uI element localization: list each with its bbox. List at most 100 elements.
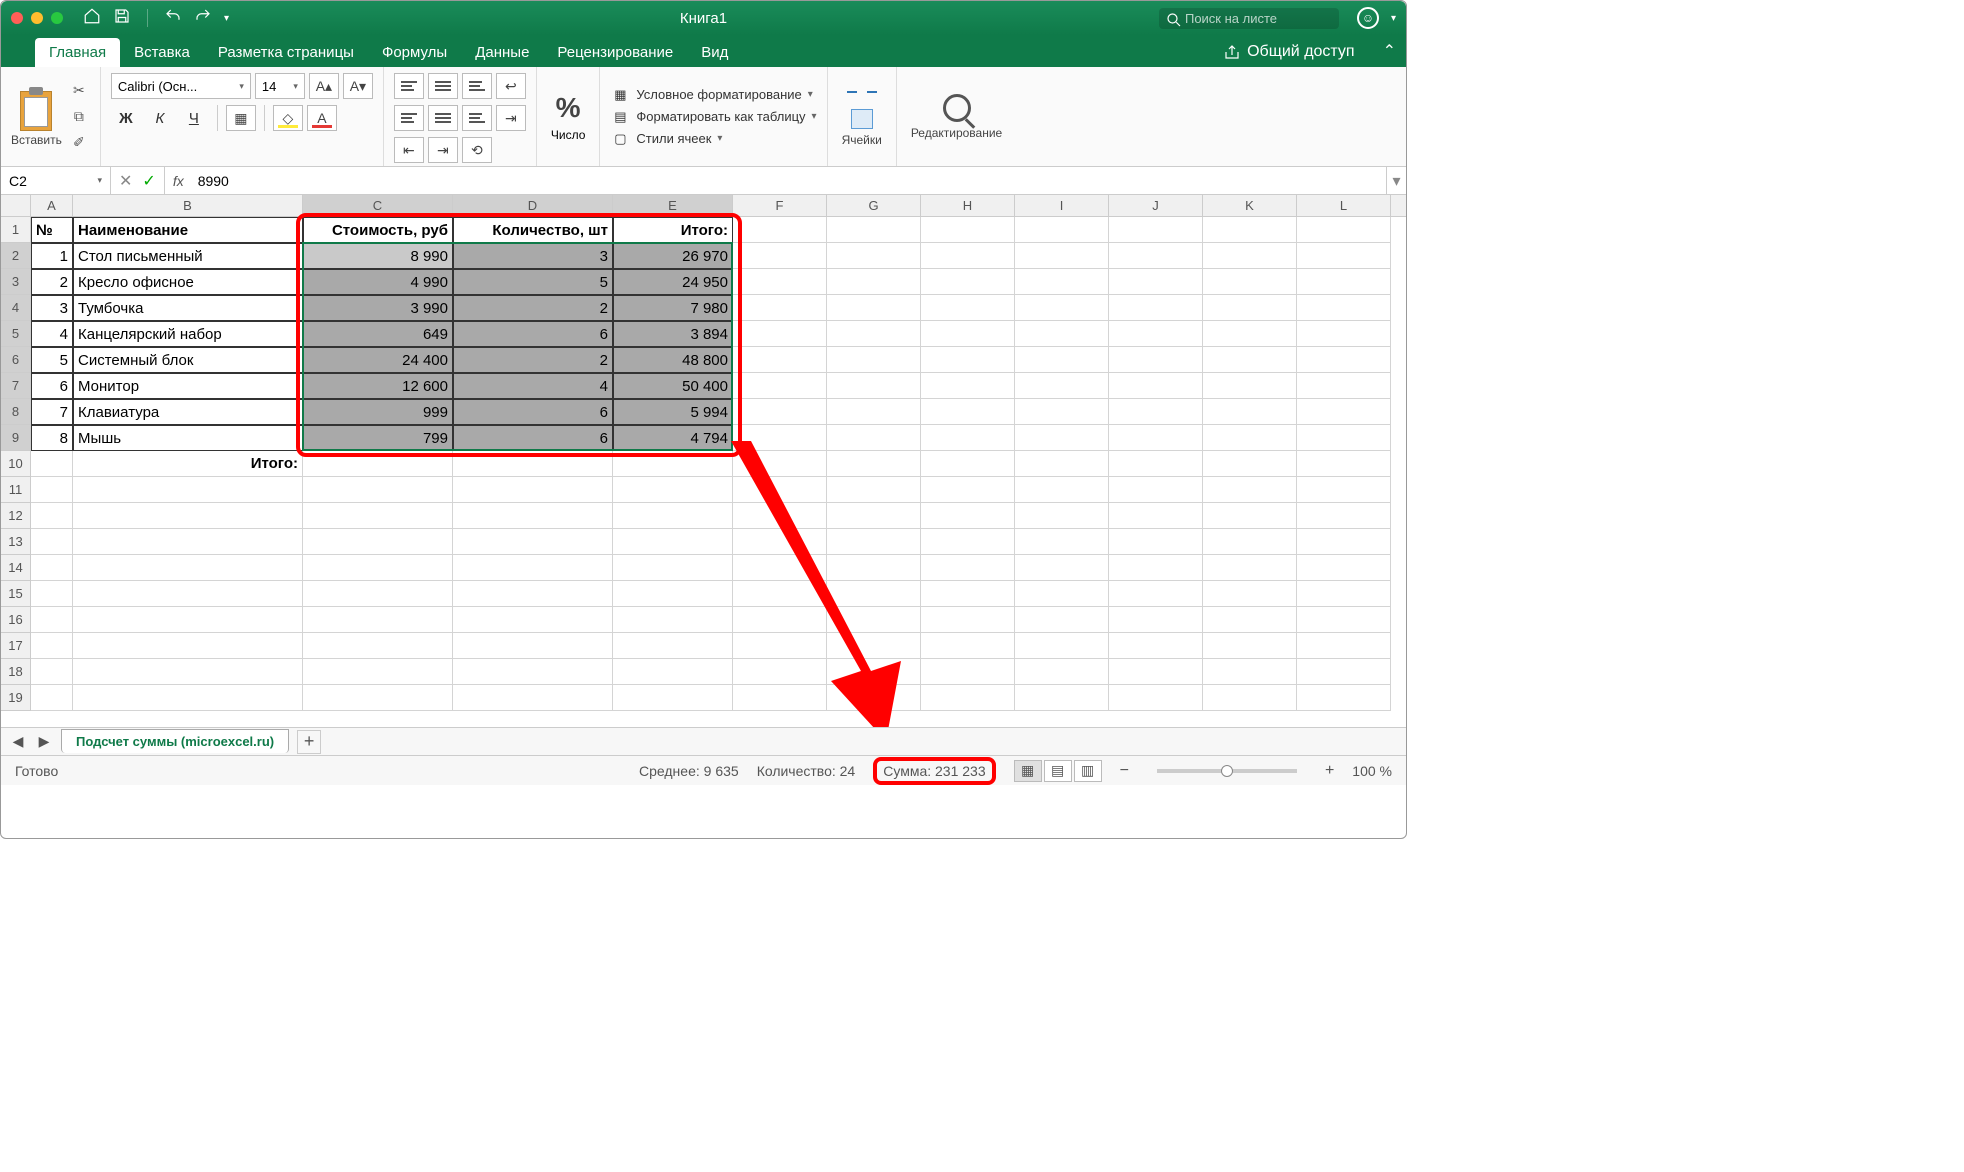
cell[interactable] [1015,659,1109,685]
cell[interactable] [1015,633,1109,659]
cell[interactable] [1109,529,1203,555]
cancel-formula-icon[interactable]: ✕ [119,171,132,191]
cell[interactable] [827,295,921,321]
cell[interactable] [1297,477,1391,503]
cell[interactable] [303,685,453,711]
cell[interactable] [921,295,1015,321]
cell-total[interactable]: 24 950 [613,269,733,295]
bold-button[interactable]: Ж [111,105,141,131]
cell[interactable] [613,581,733,607]
copy-icon[interactable]: ⧉ [68,106,90,128]
cell[interactable] [73,581,303,607]
cell-cost[interactable]: 8 990 [303,243,453,269]
cell[interactable] [1203,217,1297,243]
cell[interactable] [31,607,73,633]
feedback-smiley-icon[interactable]: ☺ [1357,7,1379,29]
cell[interactable] [921,269,1015,295]
maximize-window-button[interactable] [51,12,63,24]
cell-header-no[interactable]: № [31,217,73,243]
cell[interactable] [733,581,827,607]
cell-cost[interactable]: 799 [303,425,453,451]
cell[interactable] [1015,477,1109,503]
cell[interactable] [1109,477,1203,503]
tab-home[interactable]: Главная [35,38,120,67]
cell-total[interactable]: 26 970 [613,243,733,269]
cell[interactable] [1297,243,1391,269]
cell-no[interactable]: 4 [31,321,73,347]
row-header-9[interactable]: 9 [1,425,31,451]
cell[interactable] [303,503,453,529]
cell[interactable] [827,399,921,425]
cell[interactable] [733,347,827,373]
merge-cells-icon[interactable]: ⇥ [496,105,526,131]
cell[interactable] [613,529,733,555]
cell[interactable] [921,581,1015,607]
cell-no[interactable]: 2 [31,269,73,295]
cell[interactable] [1297,503,1391,529]
cut-icon[interactable]: ✂ [68,80,90,102]
cell-header-cost[interactable]: Стоимость, руб [303,217,453,243]
align-left-icon[interactable] [394,105,424,131]
increase-indent-icon[interactable]: ⇥ [428,137,458,163]
cell[interactable] [1015,373,1109,399]
cell-total[interactable]: 7 980 [613,295,733,321]
cell[interactable] [1015,321,1109,347]
cell-cost[interactable]: 12 600 [303,373,453,399]
column-header-K[interactable]: K [1203,195,1297,216]
cell[interactable] [1297,269,1391,295]
cell[interactable] [1109,581,1203,607]
cell[interactable] [1015,555,1109,581]
cell-name[interactable]: Системный блок [73,347,303,373]
cell[interactable] [613,607,733,633]
decrease-font-icon[interactable]: A▾ [343,73,373,99]
cell[interactable] [453,529,613,555]
share-button[interactable]: Общий доступ [1213,37,1365,67]
zoom-slider[interactable] [1157,769,1297,773]
cell-name[interactable]: Канцелярский набор [73,321,303,347]
cells-area[interactable]: №НаименованиеСтоимость, рубКоличество, ш… [31,217,1406,711]
cell[interactable] [733,529,827,555]
cell[interactable] [613,503,733,529]
row-header-7[interactable]: 7 [1,373,31,399]
tab-data[interactable]: Данные [461,38,543,67]
cell[interactable] [1297,633,1391,659]
cells-icon[interactable] [851,109,873,129]
row-header-17[interactable]: 17 [1,633,31,659]
cell[interactable] [1015,347,1109,373]
row-header-6[interactable]: 6 [1,347,31,373]
cell[interactable] [1015,451,1109,477]
feedback-caret-icon[interactable]: ▾ [1391,13,1396,24]
cell-cost[interactable]: 4 990 [303,269,453,295]
cell[interactable] [1109,347,1203,373]
cell-qty[interactable]: 4 [453,373,613,399]
cell-no[interactable]: 8 [31,425,73,451]
cell[interactable] [1109,217,1203,243]
cell-total[interactable]: 3 894 [613,321,733,347]
cell[interactable] [1203,269,1297,295]
cell[interactable] [1297,321,1391,347]
cell[interactable] [1203,555,1297,581]
cell[interactable] [303,633,453,659]
select-all-corner[interactable] [1,195,31,216]
view-page-break-icon[interactable]: ▥ [1074,760,1102,782]
tab-page-layout[interactable]: Разметка страницы [204,38,368,67]
row-header-8[interactable]: 8 [1,399,31,425]
orientation-icon[interactable]: ⟲ [462,137,492,163]
cell-cost[interactable]: 649 [303,321,453,347]
cell[interactable] [921,399,1015,425]
cell[interactable] [827,685,921,711]
cell[interactable] [733,425,827,451]
wrap-text-icon[interactable]: ↩ [496,73,526,99]
cell[interactable] [1203,347,1297,373]
cell[interactable] [827,581,921,607]
cell[interactable] [1297,555,1391,581]
sheet-tab-active[interactable]: Подсчет суммы (microexcel.ru) [61,729,289,753]
cell[interactable] [613,555,733,581]
tab-view[interactable]: Вид [687,38,742,67]
row-header-18[interactable]: 18 [1,659,31,685]
font-size-combo[interactable]: 14▾ [255,73,305,99]
name-box[interactable]: C2 ▾ [1,167,111,194]
cell[interactable] [921,685,1015,711]
row-header-11[interactable]: 11 [1,477,31,503]
home-icon[interactable] [83,7,101,30]
